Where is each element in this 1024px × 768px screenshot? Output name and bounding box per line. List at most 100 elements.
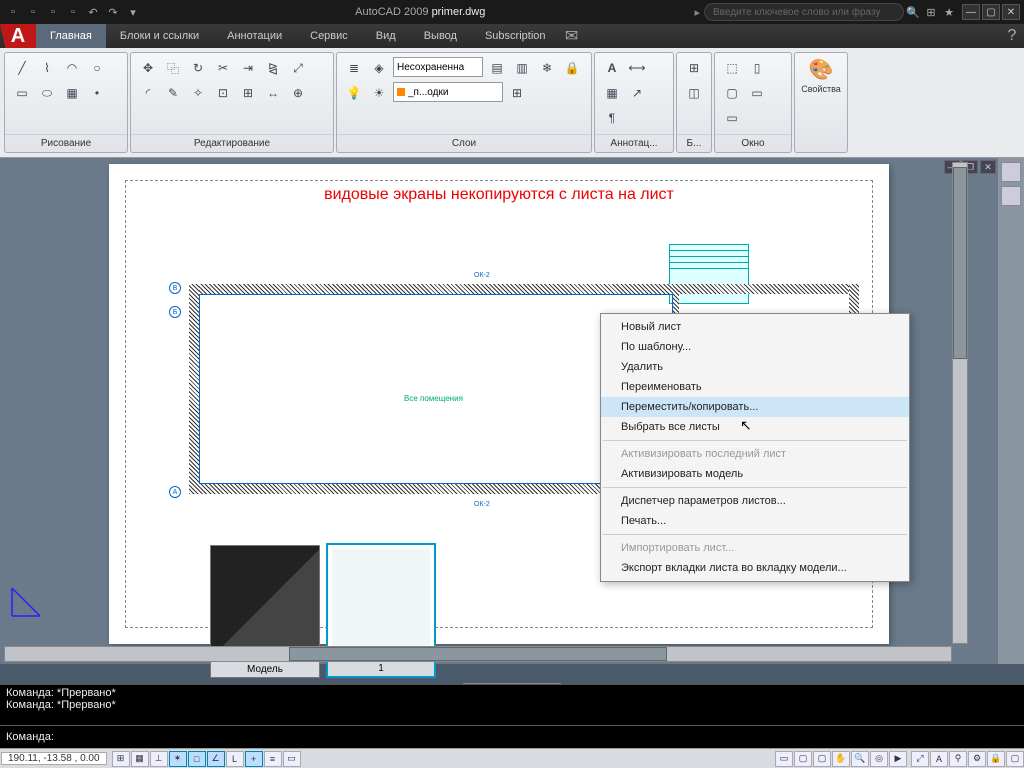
layer-iso-icon[interactable]: ▤ bbox=[486, 57, 508, 79]
coordinates-display[interactable]: 190.11, -13.58 , 0.00 bbox=[1, 752, 107, 765]
ortho-toggle[interactable]: ⊥ bbox=[150, 751, 168, 767]
grid-toggle[interactable]: ▦ bbox=[131, 751, 149, 767]
workspace-button[interactable]: ⚙ bbox=[968, 751, 986, 767]
layer-off-icon[interactable]: ▥ bbox=[511, 57, 533, 79]
steering-button[interactable]: ◎ bbox=[870, 751, 888, 767]
line-icon[interactable]: ╱ bbox=[11, 57, 33, 79]
ctx-page-setup[interactable]: Диспетчер параметров листов... bbox=[601, 491, 909, 511]
palette-button[interactable] bbox=[1001, 186, 1021, 206]
ctx-select-all[interactable]: Выбрать все листы bbox=[601, 417, 909, 437]
insert-icon[interactable]: ⊞ bbox=[683, 57, 705, 79]
close-button[interactable]: ✕ bbox=[1002, 4, 1020, 20]
ctx-from-template[interactable]: По шаблону... bbox=[601, 337, 909, 357]
quickview-layouts-button[interactable]: ▢ bbox=[794, 751, 812, 767]
snap-toggle[interactable]: ⊞ bbox=[112, 751, 130, 767]
tab-view[interactable]: Вид bbox=[362, 24, 410, 48]
anno-vis-button[interactable]: A bbox=[930, 751, 948, 767]
scrollbar-vertical[interactable] bbox=[952, 162, 968, 644]
scrollbar-horizontal[interactable] bbox=[4, 646, 952, 662]
array-icon[interactable]: ⊞ bbox=[237, 82, 259, 104]
qat-more-icon[interactable]: ▾ bbox=[124, 3, 142, 21]
table-icon[interactable]: ▦ bbox=[601, 82, 623, 104]
tab-tools[interactable]: Сервис bbox=[296, 24, 362, 48]
mleader-icon[interactable]: ↗ bbox=[626, 82, 648, 104]
layer-lock-icon[interactable]: 🔒 bbox=[561, 57, 583, 79]
ctx-export-layout[interactable]: Экспорт вкладки листа во вкладку модели.… bbox=[601, 558, 909, 578]
trim-icon[interactable]: ✂ bbox=[212, 57, 234, 79]
app-menu-button[interactable]: A bbox=[0, 24, 36, 48]
circle-icon[interactable]: ○ bbox=[86, 57, 108, 79]
erase-icon[interactable]: ✎ bbox=[162, 82, 184, 104]
zoom-button[interactable]: 🔍 bbox=[851, 751, 869, 767]
cascade-icon[interactable]: ▢ bbox=[721, 82, 743, 104]
layer-props-icon[interactable]: ≣ bbox=[343, 57, 365, 79]
layer-freeze-icon[interactable]: ❄ bbox=[536, 57, 558, 79]
anno-scale-button[interactable]: ⤢ bbox=[911, 751, 929, 767]
doc-close-button[interactable]: ✕ bbox=[980, 160, 996, 174]
dim-icon[interactable]: ⟷ bbox=[626, 57, 648, 79]
command-window[interactable]: Команда: *Прервано* Команда: *Прервано* … bbox=[0, 684, 1024, 748]
vp2-icon[interactable]: ▭ bbox=[721, 107, 743, 129]
otrack-toggle[interactable]: ∠ bbox=[207, 751, 225, 767]
showmotion-button[interactable]: ▶ bbox=[889, 751, 907, 767]
panel-modify-title[interactable]: Редактирование bbox=[131, 134, 333, 152]
ctx-delete[interactable]: Удалить bbox=[601, 357, 909, 377]
copy-icon[interactable]: ⿻ bbox=[162, 57, 184, 79]
panel-window-title[interactable]: Окно bbox=[715, 134, 791, 152]
tile-v-icon[interactable]: ▯ bbox=[746, 57, 768, 79]
pline-icon[interactable]: ⌇ bbox=[36, 57, 58, 79]
fillet-icon[interactable]: ◜ bbox=[137, 82, 159, 104]
tab-annotate[interactable]: Аннотации bbox=[213, 24, 296, 48]
qat-redo-icon[interactable]: ↷ bbox=[104, 3, 122, 21]
qat-print-icon[interactable]: ▫ bbox=[64, 3, 82, 21]
polar-toggle[interactable]: ✶ bbox=[169, 751, 187, 767]
properties-button[interactable]: 🎨 Свойства bbox=[801, 57, 841, 94]
rect-icon[interactable]: ▭ bbox=[11, 82, 33, 104]
dyn-toggle[interactable]: + bbox=[245, 751, 263, 767]
panel-block-title[interactable]: Б... bbox=[677, 134, 711, 152]
qat-undo-icon[interactable]: ↶ bbox=[84, 3, 102, 21]
maximize-button[interactable]: ▢ bbox=[982, 4, 1000, 20]
move-icon[interactable]: ✥ bbox=[137, 57, 159, 79]
create-block-icon[interactable]: ◫ bbox=[683, 82, 705, 104]
join-icon[interactable]: ⊕ bbox=[287, 82, 309, 104]
minimize-button[interactable]: — bbox=[962, 4, 980, 20]
pan-button[interactable]: ✋ bbox=[832, 751, 850, 767]
arc-icon[interactable]: ◠ bbox=[61, 57, 83, 79]
qat-open-icon[interactable]: ▫ bbox=[24, 3, 42, 21]
infocenter-search[interactable]: Введите ключевое слово или фразу bbox=[704, 3, 904, 21]
layer-state-combo[interactable]: Несохраненна bbox=[393, 57, 483, 77]
hatch-icon[interactable]: ▦ bbox=[61, 82, 83, 104]
lwt-toggle[interactable]: ≡ bbox=[264, 751, 282, 767]
extend-icon[interactable]: ⇥ bbox=[237, 57, 259, 79]
panel-layers-title[interactable]: Слои bbox=[337, 134, 591, 152]
qat-new-icon[interactable]: ▫ bbox=[4, 3, 22, 21]
mtext-icon[interactable]: ¶ bbox=[601, 107, 623, 129]
tab-subscription[interactable]: Subscription bbox=[471, 24, 560, 48]
tab-output[interactable]: Вывод bbox=[410, 24, 471, 48]
qat-save-icon[interactable]: ▫ bbox=[44, 3, 62, 21]
panel-annotation-title[interactable]: Аннотац... bbox=[595, 134, 673, 152]
command-input[interactable]: Команда: bbox=[0, 725, 1024, 747]
clean-screen-button[interactable]: ▢ bbox=[1006, 751, 1024, 767]
comm-center-icon[interactable]: ⊞ bbox=[922, 3, 940, 21]
layer-state-icon[interactable]: ◈ bbox=[368, 57, 390, 79]
layer-thaw-icon[interactable]: ☀ bbox=[368, 82, 390, 104]
tab-blocks[interactable]: Блоки и ссылки bbox=[106, 24, 213, 48]
palette-button[interactable] bbox=[1001, 162, 1021, 182]
rotate-icon[interactable]: ↻ bbox=[187, 57, 209, 79]
layer-match-icon[interactable]: ⊞ bbox=[506, 82, 528, 104]
layer-on-icon[interactable]: 💡 bbox=[343, 82, 365, 104]
search-icon[interactable]: 🔍 bbox=[904, 3, 922, 21]
qp-toggle[interactable]: ▭ bbox=[283, 751, 301, 767]
model-button[interactable]: ▭ bbox=[775, 751, 793, 767]
offset-icon[interactable]: ⊡ bbox=[212, 82, 234, 104]
ctx-new-layout[interactable]: Новый лист bbox=[601, 317, 909, 337]
layer-filter-combo[interactable]: _п...одки bbox=[393, 82, 503, 102]
osnap-toggle[interactable]: □ bbox=[188, 751, 206, 767]
point-icon[interactable]: • bbox=[86, 82, 108, 104]
help-icon[interactable]: ? bbox=[1000, 24, 1024, 48]
mail-icon[interactable]: ✉ bbox=[560, 24, 584, 48]
ctx-activate-model[interactable]: Активизировать модель bbox=[601, 464, 909, 484]
favorites-icon[interactable]: ★ bbox=[940, 3, 958, 21]
